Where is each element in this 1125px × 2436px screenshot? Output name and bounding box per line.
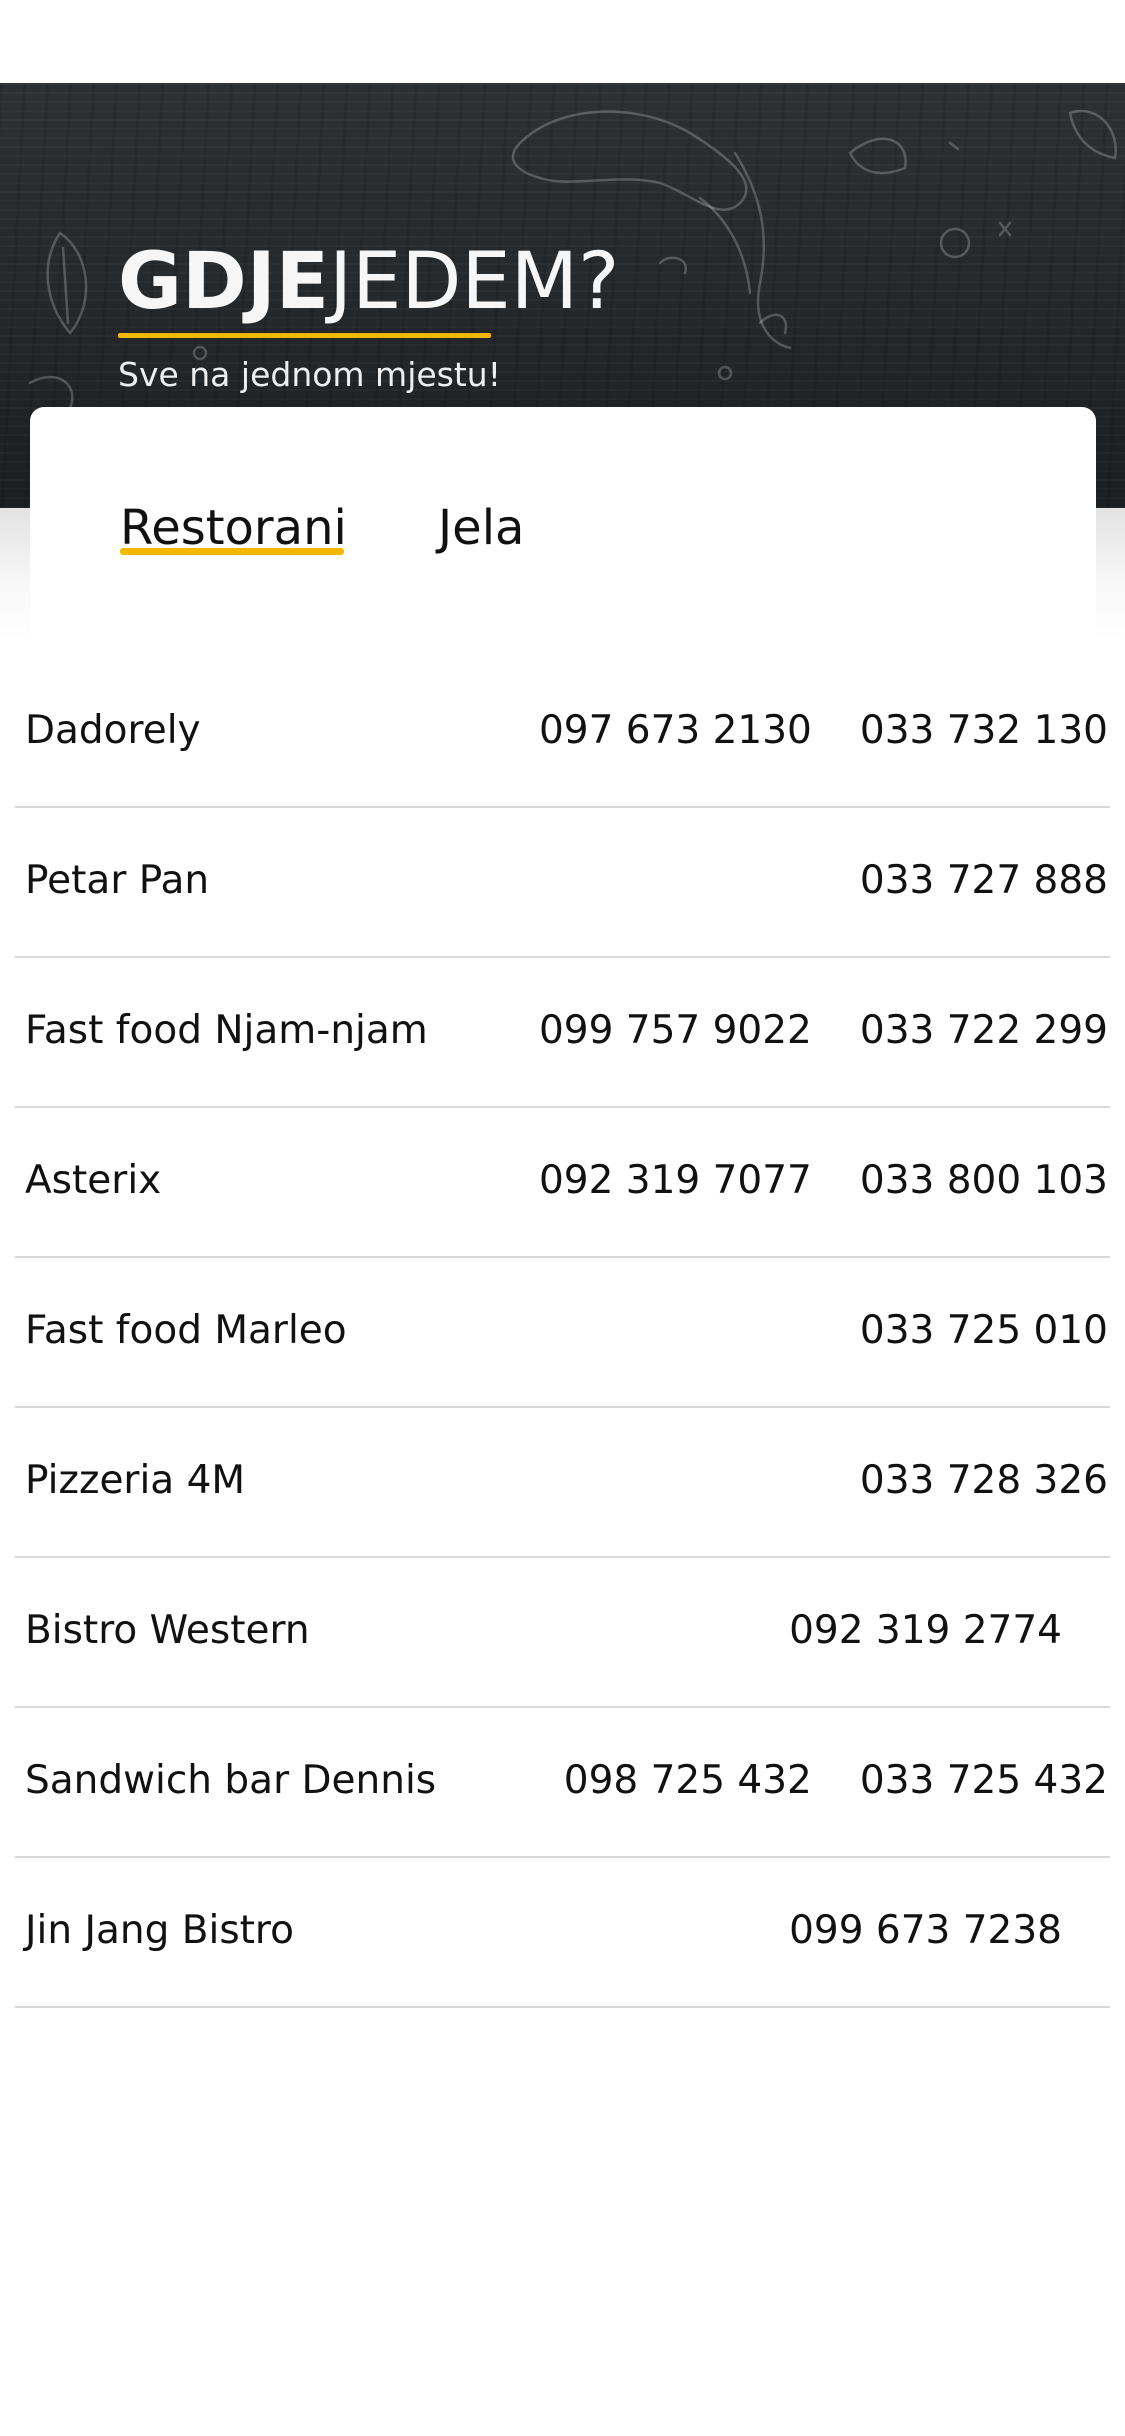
app-screen: GDJEJEDEM? Sve na jednom mjestu! Restora…: [0, 0, 1125, 2436]
phone-number[interactable]: 098 725 432: [564, 1758, 812, 1803]
restaurant-name: Asterix: [25, 1158, 162, 1203]
active-tab-indicator: [120, 548, 344, 555]
phone-numbers: 092 319 7077 033 800 103: [539, 1158, 1108, 1203]
phone-number[interactable]: 033 727 888: [860, 858, 1108, 903]
phone-number[interactable]: 092 319 7077: [539, 1158, 812, 1203]
restaurant-name: Dadorely: [25, 708, 201, 753]
phone-numbers: 097 673 2130 033 732 130: [539, 708, 1108, 753]
phone-number[interactable]: 033 732 130: [860, 708, 1108, 753]
tagline: Sve na jednom mjestu!: [118, 355, 501, 394]
phone-numbers: 033 728 326: [860, 1458, 1108, 1503]
restaurant-name: Bistro Western: [25, 1608, 310, 1653]
restaurant-row[interactable]: Pizzeria 4M 033 728 326: [15, 1408, 1110, 1558]
phone-number[interactable]: 033 722 299: [860, 1008, 1108, 1053]
restaurant-name: Fast food Njam-njam: [25, 1008, 428, 1053]
phone-number[interactable]: 033 728 326: [860, 1458, 1108, 1503]
restaurant-row[interactable]: Bistro Western 092 319 2774: [15, 1558, 1110, 1708]
app-logo: GDJEJEDEM?: [118, 243, 619, 321]
restaurant-row[interactable]: Fast food Njam-njam 099 757 9022 033 722…: [15, 958, 1110, 1108]
phone-numbers: 092 319 2774: [789, 1608, 1062, 1653]
phone-number[interactable]: 099 673 7238: [789, 1908, 1062, 1953]
restaurant-row[interactable]: Asterix 092 319 7077 033 800 103: [15, 1108, 1110, 1258]
restaurant-name: Pizzeria 4M: [25, 1458, 246, 1503]
phone-number[interactable]: 099 757 9022: [539, 1008, 812, 1053]
phone-numbers: 099 757 9022 033 722 299: [539, 1008, 1108, 1053]
phone-number[interactable]: 092 319 2774: [789, 1608, 1062, 1653]
restaurant-name: Sandwich bar Dennis: [25, 1758, 437, 1803]
restaurant-row[interactable]: Dadorely 097 673 2130 033 732 130: [15, 658, 1110, 808]
restaurant-list: Dadorely 097 673 2130 033 732 130 Petar …: [15, 658, 1110, 2008]
logo-light-text: JEDEM?: [329, 237, 620, 327]
phone-numbers: 033 725 010: [860, 1308, 1108, 1353]
logo-underline: [118, 333, 491, 338]
restaurant-name: Jin Jang Bistro: [25, 1908, 294, 1953]
tab-jela[interactable]: Jela: [438, 500, 524, 564]
restaurant-name: Fast food Marleo: [25, 1308, 347, 1353]
restaurant-name: Petar Pan: [25, 858, 210, 903]
phone-numbers: 099 673 7238: [789, 1908, 1062, 1953]
phone-number[interactable]: 033 800 103: [860, 1158, 1108, 1203]
phone-number[interactable]: 033 725 432: [860, 1758, 1108, 1803]
restaurant-row[interactable]: Fast food Marleo 033 725 010: [15, 1258, 1110, 1408]
phone-number[interactable]: 097 673 2130: [539, 708, 812, 753]
phone-numbers: 098 725 432 033 725 432: [564, 1758, 1108, 1803]
logo-bold-text: GDJE: [118, 237, 330, 327]
restaurant-row[interactable]: Petar Pan 033 727 888: [15, 808, 1110, 958]
restaurant-row[interactable]: Jin Jang Bistro 099 673 7238: [15, 1858, 1110, 2008]
status-bar: [0, 0, 1125, 83]
phone-numbers: 033 727 888: [860, 858, 1108, 903]
tabs-card: Restorani Jela: [30, 407, 1096, 647]
restaurant-row[interactable]: Sandwich bar Dennis 098 725 432 033 725 …: [15, 1708, 1110, 1858]
phone-number[interactable]: 033 725 010: [860, 1308, 1108, 1353]
